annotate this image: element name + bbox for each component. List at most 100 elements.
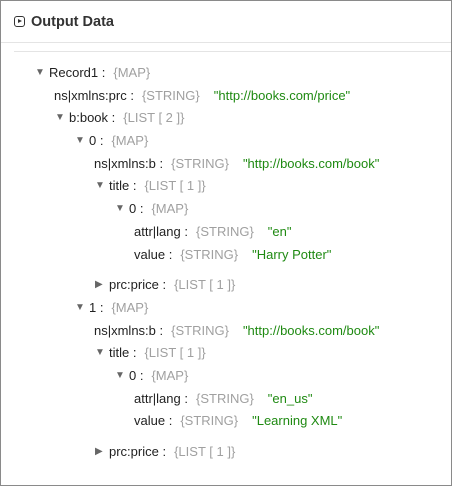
- tree-node: attr|lang : {STRING} "en": [1, 221, 451, 244]
- key-separator: :: [108, 110, 116, 126]
- node-content: value : {STRING} "Learning XML": [134, 410, 342, 433]
- node-key: ns|xmlns:prc: [54, 87, 127, 103]
- key-separator: :: [136, 367, 144, 383]
- caret-down-icon[interactable]: ▼: [75, 130, 85, 153]
- tree-node: attr|lang : {STRING} "en_us": [1, 388, 451, 411]
- key-separator: :: [98, 65, 106, 80]
- node-content: value : {STRING} "Harry Potter": [134, 244, 331, 267]
- node-type: {LIST [ 1 ]}: [144, 178, 206, 194]
- node-value: "en_us": [267, 390, 313, 406]
- node-type: {STRING}: [195, 223, 254, 239]
- node-key: value: [134, 413, 166, 429]
- key-separator: :: [155, 155, 164, 171]
- node-content: ns|xmlns:prc : {STRING} "http://books.com/…: [54, 85, 350, 108]
- node-type: {STRING}: [180, 413, 239, 429]
- key-separator: :: [126, 87, 134, 103]
- node-content: 0 : {MAP}: [129, 365, 188, 388]
- panel-title: Output Data: [31, 13, 114, 30]
- tree-node[interactable]: ▶ prc:price : {LIST [ 1 ]}: [1, 274, 451, 297]
- tree-node[interactable]: ▼ 0 : {MAP}: [1, 365, 451, 388]
- node-key: title: [109, 178, 130, 194]
- tree-node[interactable]: ▼ title : {LIST [ 1 ]}: [1, 342, 451, 365]
- node-value: "http://books.com/book": [242, 322, 380, 338]
- node-type: {MAP}: [113, 65, 151, 80]
- caret-right-icon[interactable]: ▶: [95, 274, 103, 297]
- node-content: prc:price : {LIST [ 1 ]}: [109, 274, 235, 297]
- key-separator: :: [158, 277, 167, 293]
- output-data-panel: Output Data ▼ Record1 : {MAP} ns|xmlns:prc …: [0, 0, 452, 486]
- node-type: {LIST [ 1 ]}: [174, 277, 236, 293]
- node-key: ns|xmlns:b: [94, 322, 156, 338]
- tree-node[interactable]: ▼ 0 : {MAP}: [1, 130, 451, 153]
- node-key: Record1: [49, 65, 99, 80]
- play-square-icon: [14, 16, 25, 27]
- key-separator: :: [129, 178, 137, 194]
- node-content: attr|lang : {STRING} "en_us": [134, 388, 312, 411]
- node-key: ns|xmlns:b: [94, 155, 156, 171]
- tree-node[interactable]: ▼ 0 : {MAP}: [1, 198, 451, 221]
- node-type: {LIST [ 2 ]}: [123, 110, 185, 126]
- node-type: {STRING}: [195, 390, 254, 406]
- tree-node[interactable]: ▼ b:book : {LIST [ 2 ]}: [1, 107, 451, 130]
- node-key: attr|lang: [134, 390, 181, 406]
- tree-node: value : {STRING} "Harry Potter": [1, 244, 451, 267]
- caret-down-icon[interactable]: ▼: [95, 342, 105, 365]
- tree-node: ns|xmlns:prc : {STRING} "http://books.com/…: [1, 85, 451, 108]
- caret-down-icon[interactable]: ▼: [55, 107, 65, 130]
- caret-down-icon[interactable]: ▼: [95, 175, 105, 198]
- node-type: {LIST [ 1 ]}: [174, 444, 236, 459]
- key-separator: :: [96, 299, 104, 315]
- node-value: "en": [267, 223, 292, 239]
- node-content: b:book : {LIST [ 2 ]}: [69, 107, 184, 130]
- node-type: {MAP}: [151, 367, 189, 383]
- caret-right-icon[interactable]: ▶: [95, 441, 103, 464]
- node-value: "Harry Potter": [252, 246, 332, 262]
- key-separator: :: [155, 322, 164, 338]
- node-content: Record1 : {MAP}: [49, 62, 150, 85]
- tree-node: value : {STRING} "Learning XML": [1, 410, 451, 433]
- node-content: attr|lang : {STRING} "en": [134, 221, 291, 244]
- node-content: ns|xmlns:b : {STRING} "http://books.com/bo…: [94, 320, 379, 343]
- divider: [14, 51, 451, 52]
- key-separator: :: [96, 133, 104, 149]
- caret-down-icon[interactable]: ▼: [35, 62, 45, 85]
- node-value: "http://books.com/book": [242, 155, 380, 171]
- node-content: 0 : {MAP}: [129, 198, 188, 221]
- caret-down-icon[interactable]: ▼: [115, 198, 125, 221]
- node-type: {STRING}: [171, 322, 229, 338]
- tree-node[interactable]: ▼ 1 : {MAP}: [1, 297, 451, 320]
- tree-node: ns|xmlns:b : {STRING} "http://books.com/bo…: [1, 320, 451, 343]
- node-value: "Learning XML": [252, 413, 343, 429]
- node-content: title : {LIST [ 1 ]}: [109, 342, 206, 365]
- node-content: 0 : {MAP}: [89, 130, 148, 153]
- caret-down-icon[interactable]: ▼: [115, 365, 125, 388]
- key-separator: :: [136, 201, 144, 217]
- node-type: {STRING}: [180, 246, 239, 262]
- panel-header: Output Data: [1, 1, 451, 43]
- node-type: {MAP}: [111, 133, 149, 149]
- key-separator: :: [165, 246, 173, 262]
- node-content: title : {LIST [ 1 ]}: [109, 175, 206, 198]
- caret-down-icon[interactable]: ▼: [75, 297, 85, 320]
- node-value: "http://books.com/price": [213, 87, 351, 103]
- key-separator: :: [180, 223, 188, 239]
- tree-node[interactable]: ▶ prc:price : {LIST [ 1 ]}: [1, 441, 451, 464]
- node-type: {MAP}: [151, 201, 189, 217]
- node-key: attr|lang: [134, 223, 181, 239]
- node-type: {STRING}: [141, 87, 200, 103]
- node-content: prc:price : {LIST [ 1 ]}: [109, 441, 235, 464]
- node-type: {LIST [ 1 ]}: [144, 345, 206, 361]
- tree-node[interactable]: ▼ title : {LIST [ 1 ]}: [1, 175, 451, 198]
- data-tree: ▼ Record1 : {MAP} ns|xmlns:prc : {STRING} "ht…: [1, 62, 451, 464]
- node-content: 1 : {MAP}: [89, 297, 148, 320]
- key-separator: :: [158, 444, 167, 459]
- node-key: b:book: [69, 110, 109, 126]
- tree-node[interactable]: ▼ Record1 : {MAP}: [1, 62, 451, 85]
- key-separator: :: [180, 390, 188, 406]
- key-separator: :: [129, 345, 137, 361]
- node-type: {STRING}: [171, 155, 229, 171]
- node-key: title: [109, 345, 130, 361]
- node-key: prc:price: [109, 277, 159, 293]
- node-key: prc:price: [109, 444, 159, 459]
- node-content: ns|xmlns:b : {STRING} "http://books.com/bo…: [94, 153, 379, 176]
